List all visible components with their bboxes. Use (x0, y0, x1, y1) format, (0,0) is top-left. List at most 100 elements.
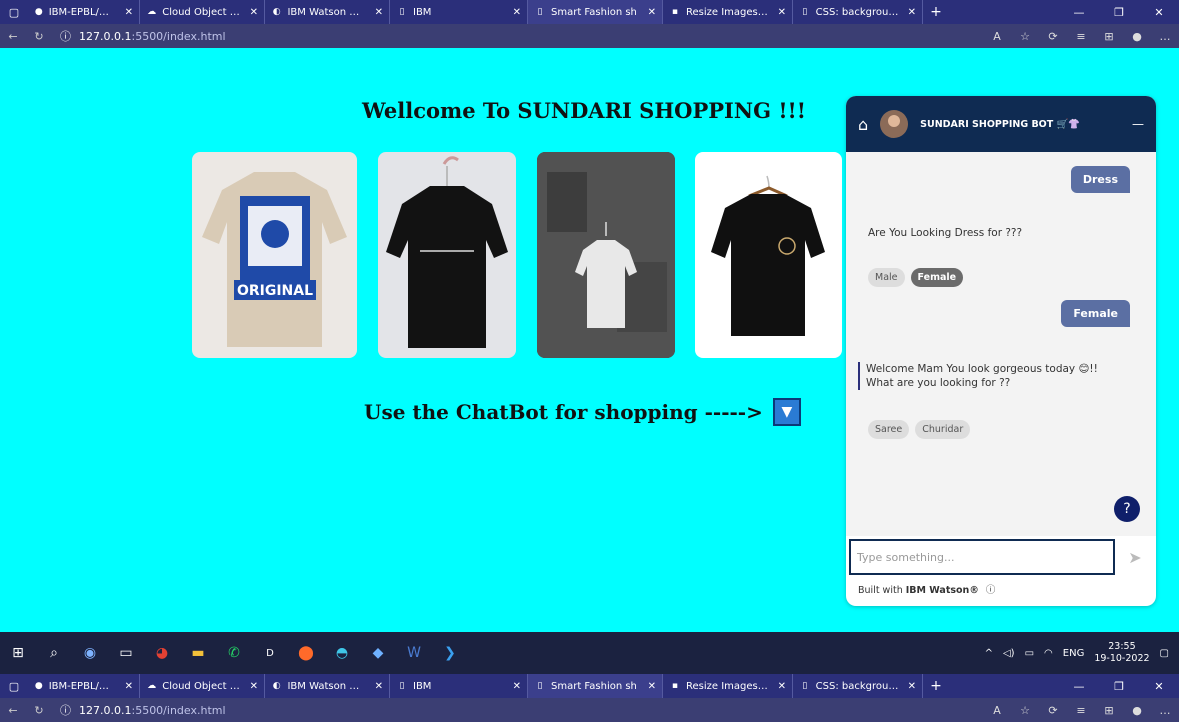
close-icon[interactable]: ✕ (774, 7, 786, 18)
tab-cloud-object[interactable]: ☁ Cloud Object Sto ✕ (140, 674, 265, 698)
tab-github[interactable]: ●IBM-EPBL/Assign✕ (28, 0, 140, 24)
refresh-icon[interactable]: ↻ (26, 704, 52, 717)
close-icon[interactable]: ✕ (644, 681, 656, 692)
page-icon: ▯ (802, 7, 808, 17)
option-churidar-button[interactable]: Churidar (915, 420, 971, 439)
restore-window-icon[interactable]: ❐ (1099, 6, 1139, 19)
favorite-icon[interactable]: ☆ (1011, 704, 1039, 717)
close-icon[interactable]: ✕ (121, 681, 133, 692)
tab-cloud-object[interactable]: ☁ Cloud Object Sto ✕ (140, 0, 265, 24)
minimize-window-icon[interactable]: — (1059, 680, 1099, 693)
app-icon[interactable]: ◆ (361, 637, 395, 669)
product-image-beige-original[interactable]: ORIGINAL (192, 152, 357, 358)
search-icon[interactable]: ⌕ (37, 637, 71, 669)
close-window-icon[interactable]: ✕ (1139, 680, 1179, 693)
product-image-black-logo[interactable] (695, 152, 842, 358)
option-saree-button[interactable]: Saree (868, 420, 910, 439)
url-field[interactable]: ⓘ 127.0.0.1:5500/index.html (52, 28, 226, 44)
notification-icon[interactable]: ▢ (1160, 648, 1169, 659)
tab-resize-images[interactable]: ▪ Resize Images O ✕ (663, 0, 793, 24)
option-female-button[interactable]: Female (910, 268, 964, 287)
tab-css-background[interactable]: ▯ CSS: background ✕ (793, 674, 923, 698)
close-icon[interactable]: ✕ (121, 7, 133, 18)
close-icon[interactable]: ✕ (246, 681, 258, 692)
clock[interactable]: 23:55 19-10-2022 (1094, 641, 1149, 665)
chrome-icon[interactable]: ◕ (145, 637, 179, 669)
favorites-list-icon[interactable]: ≡ (1067, 704, 1095, 717)
file-explorer-icon[interactable]: ▬ (181, 637, 215, 669)
tab-ibm[interactable]: ▯ IBM ✕ (390, 0, 528, 24)
minimize-chat-button[interactable]: — (1132, 117, 1144, 131)
extensions-icon[interactable]: ⟳ (1039, 704, 1067, 717)
vscode-icon[interactable]: ❯ (433, 637, 467, 669)
app-icon[interactable]: ◉ (73, 637, 107, 669)
app-icon[interactable]: ▭ (109, 637, 143, 669)
avatar (880, 110, 909, 138)
tab-css-background[interactable]: ▯ CSS: background ✕ (793, 0, 923, 24)
tab-actions-icon[interactable]: ▢ (0, 0, 28, 24)
back-icon[interactable]: ← (0, 30, 26, 43)
new-tab-button[interactable]: + (923, 4, 949, 20)
close-window-icon[interactable]: ✕ (1139, 6, 1179, 19)
profile-icon[interactable]: ● (1123, 704, 1151, 717)
word-icon[interactable]: W (397, 637, 431, 669)
back-icon[interactable]: ← (0, 704, 26, 717)
windows-start-icon[interactable]: ⊞ (1, 637, 35, 669)
tab-smart-fashion[interactable]: ▯ Smart Fashion sh ✕ (528, 0, 663, 24)
volume-icon[interactable]: ◁) (1003, 648, 1015, 659)
favorites-list-icon[interactable]: ≡ (1067, 30, 1095, 43)
tab-actions-icon[interactable]: ▢ (0, 674, 28, 698)
close-icon[interactable]: ✕ (509, 7, 521, 18)
favorite-icon[interactable]: ☆ (1011, 30, 1039, 43)
send-icon[interactable]: ➤ (1115, 548, 1155, 567)
close-icon[interactable]: ✕ (509, 681, 521, 692)
home-icon[interactable]: ⌂ (858, 115, 868, 134)
extensions-icon[interactable]: ⟳ (1039, 30, 1067, 43)
edge-icon[interactable]: ◓ (325, 637, 359, 669)
minimize-window-icon[interactable]: — (1059, 6, 1099, 19)
close-icon[interactable]: ✕ (371, 7, 383, 18)
resize-icon: ▪ (671, 681, 679, 691)
refresh-icon[interactable]: ↻ (26, 30, 52, 43)
more-icon[interactable]: … (1151, 704, 1179, 717)
chevron-up-icon[interactable]: ^ (985, 648, 993, 659)
restore-window-icon[interactable]: ❐ (1099, 680, 1139, 693)
svg-text:ORIGINAL: ORIGINAL (237, 283, 313, 299)
tab-smart-fashion[interactable]: ▯ Smart Fashion sh ✕ (528, 674, 663, 698)
user-message: Dress (1070, 166, 1130, 193)
close-icon[interactable]: ✕ (904, 7, 916, 18)
language-indicator[interactable]: ENG (1063, 648, 1085, 659)
app-icon[interactable]: D (253, 637, 287, 669)
tab-watson[interactable]: ◐ IBM Watson Assi ✕ (265, 0, 390, 24)
new-tab-button[interactable]: + (923, 678, 949, 694)
chat-scrollbar[interactable] (1148, 152, 1154, 536)
chat-input[interactable]: Type something... (849, 539, 1115, 575)
more-icon[interactable]: … (1151, 30, 1179, 43)
option-male-button[interactable]: Male (868, 268, 905, 287)
collections-icon[interactable]: ⊞ (1095, 30, 1123, 43)
tab-resize-images[interactable]: ▪ Resize Images O ✕ (663, 674, 793, 698)
product-image-black-hanging[interactable] (378, 152, 516, 358)
page-icon: ▯ (802, 681, 808, 691)
url-field[interactable]: ⓘ 127.0.0.1:5500/index.html (52, 702, 226, 718)
close-icon[interactable]: ✕ (904, 681, 916, 692)
close-icon[interactable]: ✕ (246, 7, 258, 18)
close-icon[interactable]: ✕ (371, 681, 383, 692)
info-icon[interactable]: ⓘ (986, 585, 996, 596)
tab-github[interactable]: ●IBM-EPBL/Assign✕ (28, 674, 140, 698)
app-icon[interactable]: ⬤ (289, 637, 323, 669)
close-icon[interactable]: ✕ (644, 7, 656, 18)
close-icon[interactable]: ✕ (774, 681, 786, 692)
collections-icon[interactable]: ⊞ (1095, 704, 1123, 717)
wifi-icon[interactable]: ◠ (1044, 648, 1053, 659)
option-chips: Male Female (868, 268, 964, 287)
read-aloud-icon[interactable]: A (983, 704, 1011, 717)
tab-ibm[interactable]: ▯ IBM ✕ (390, 674, 528, 698)
profile-icon[interactable]: ● (1123, 30, 1151, 43)
whatsapp-icon[interactable]: ✆ (217, 637, 251, 669)
read-aloud-icon[interactable]: A (983, 30, 1011, 43)
help-button[interactable]: ? (1114, 496, 1140, 522)
tab-watson[interactable]: ◐ IBM Watson Assi ✕ (265, 674, 390, 698)
battery-icon[interactable]: ▭ (1025, 648, 1034, 659)
product-image-white-on-wall[interactable] (537, 152, 675, 358)
